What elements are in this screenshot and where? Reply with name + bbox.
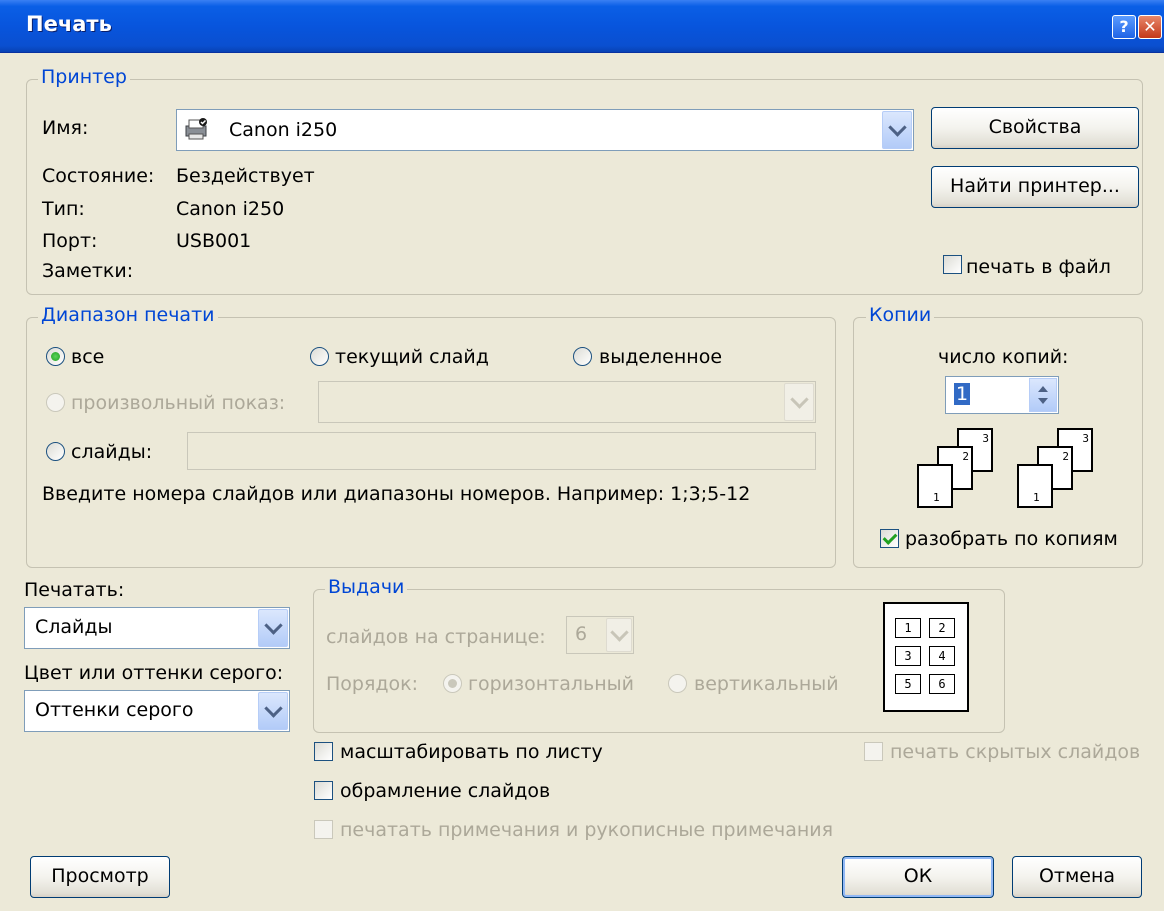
range-custom-radio[interactable] bbox=[46, 393, 65, 412]
frame-slides-label[interactable]: обрамление слайдов bbox=[340, 780, 550, 802]
chevron-down-icon[interactable] bbox=[258, 692, 288, 730]
range-selection-radio[interactable] bbox=[573, 347, 592, 366]
per-page-label: слайдов на странице: bbox=[326, 626, 546, 648]
title-bar bbox=[0, 0, 1164, 53]
collate-checkbox[interactable] bbox=[880, 529, 899, 548]
slides-input[interactable] bbox=[187, 432, 816, 470]
per-page-select[interactable]: 6 bbox=[566, 616, 634, 654]
chevron-down-icon bbox=[606, 618, 632, 652]
printer-legend: Принтер bbox=[38, 66, 130, 88]
spinner-arrows-icon bbox=[1038, 386, 1048, 404]
copies-legend: Копии bbox=[866, 304, 935, 326]
scale-to-fit-checkbox[interactable] bbox=[314, 742, 333, 761]
copies-spinner[interactable] bbox=[1029, 378, 1057, 412]
color-value: Оттенки серого bbox=[35, 699, 194, 721]
printer-name-select[interactable]: Canon i250 bbox=[176, 109, 914, 151]
copies-count-input[interactable]: 1 bbox=[945, 376, 1059, 414]
handout-cell: 6 bbox=[929, 674, 955, 694]
window-title: Печать bbox=[26, 12, 112, 36]
port-value: USB001 bbox=[176, 230, 252, 252]
custom-show-select[interactable] bbox=[318, 381, 816, 423]
find-printer-button[interactable]: Найти принтер... bbox=[931, 166, 1139, 208]
print-what-select[interactable]: Слайды bbox=[24, 607, 290, 649]
printer-icon bbox=[183, 116, 209, 142]
print-hidden-checkbox[interactable] bbox=[864, 742, 883, 761]
print-what-label: Печатать: bbox=[24, 579, 125, 601]
order-horizontal-radio[interactable] bbox=[443, 674, 462, 693]
handout-preview-icon: 1 2 3 4 5 6 bbox=[883, 602, 969, 712]
print-what-value: Слайды bbox=[35, 616, 113, 638]
color-select[interactable]: Оттенки серого bbox=[24, 690, 290, 732]
properties-button[interactable]: Свойства bbox=[931, 107, 1139, 149]
handouts-legend: Выдачи bbox=[325, 576, 408, 598]
frame-slides-checkbox[interactable] bbox=[314, 781, 333, 800]
print-hidden-label: печать скрытых слайдов bbox=[890, 741, 1141, 763]
chevron-down-icon[interactable] bbox=[882, 111, 912, 149]
range-all-label[interactable]: все bbox=[71, 346, 104, 368]
collate-preview-icon: 3 2 1 3 2 1 bbox=[915, 422, 1115, 512]
type-label: Тип: bbox=[42, 198, 85, 220]
status-label: Состояние: bbox=[42, 165, 155, 187]
order-horizontal-label: горизонтальный bbox=[468, 673, 634, 695]
print-to-file-label[interactable]: печать в файл bbox=[966, 256, 1111, 278]
handout-cell: 2 bbox=[929, 618, 955, 638]
range-slides-radio[interactable] bbox=[46, 442, 65, 461]
close-button[interactable]: ✕ bbox=[1138, 15, 1162, 39]
chevron-down-icon[interactable] bbox=[258, 609, 288, 647]
handout-cell: 5 bbox=[895, 674, 921, 694]
color-label: Цвет или оттенки серого: bbox=[24, 662, 284, 684]
range-all-radio[interactable] bbox=[46, 347, 65, 366]
range-slides-label[interactable]: слайды: bbox=[71, 441, 152, 463]
ok-button[interactable]: ОК bbox=[842, 856, 994, 898]
status-value: Бездействует bbox=[176, 165, 315, 187]
help-button[interactable]: ? bbox=[1112, 15, 1136, 39]
printer-name-value: Canon i250 bbox=[229, 119, 338, 141]
copies-count-value: 1 bbox=[954, 383, 971, 405]
print-to-file-checkbox[interactable] bbox=[943, 255, 962, 274]
range-selection-label[interactable]: выделенное bbox=[599, 346, 722, 368]
range-current-radio[interactable] bbox=[310, 347, 329, 366]
handout-cell: 4 bbox=[929, 646, 955, 666]
per-page-value: 6 bbox=[575, 623, 588, 645]
page-1-icon: 1 bbox=[1017, 464, 1053, 508]
printer-name-label: Имя: bbox=[42, 117, 89, 139]
range-custom-label: произвольный показ: bbox=[71, 392, 286, 414]
print-comments-checkbox[interactable] bbox=[314, 820, 333, 839]
print-comments-label: печатать примечания и рукописные примеча… bbox=[340, 819, 834, 841]
handout-cell: 3 bbox=[895, 646, 921, 666]
preview-button[interactable]: Просмотр bbox=[30, 856, 170, 898]
range-current-label[interactable]: текущий слайд bbox=[335, 346, 489, 368]
chevron-down-icon bbox=[784, 383, 814, 421]
cancel-button[interactable]: Отмена bbox=[1012, 856, 1142, 898]
range-hint: Введите номера слайдов или диапазоны ном… bbox=[42, 483, 751, 505]
port-label: Порт: bbox=[42, 230, 98, 252]
handout-cell: 1 bbox=[895, 618, 921, 638]
notes-label: Заметки: bbox=[42, 260, 134, 282]
order-vertical-label: вертикальный bbox=[694, 673, 839, 695]
page-1-icon: 1 bbox=[917, 464, 953, 508]
print-range-legend: Диапазон печати bbox=[38, 304, 218, 326]
collate-label[interactable]: разобрать по копиям bbox=[905, 528, 1118, 550]
type-value: Canon i250 bbox=[176, 198, 285, 220]
order-vertical-radio[interactable] bbox=[668, 674, 687, 693]
scale-to-fit-label[interactable]: масштабировать по листу bbox=[340, 741, 603, 763]
order-label: Порядок: bbox=[326, 673, 419, 695]
copies-count-label: число копий: bbox=[938, 346, 1069, 368]
